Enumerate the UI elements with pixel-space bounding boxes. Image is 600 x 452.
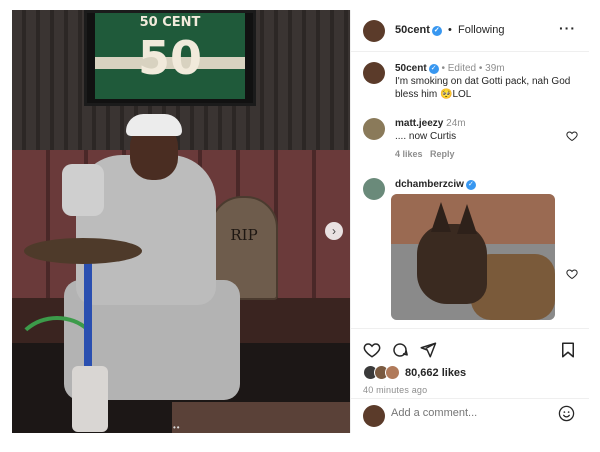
avatar xyxy=(385,365,400,380)
comment-username[interactable]: matt.jeezy xyxy=(395,118,443,129)
smiley-icon[interactable] xyxy=(558,405,575,422)
person-cap xyxy=(126,114,182,136)
liked-by-avatars xyxy=(363,365,405,381)
comment-header: dchamberzciw ✓ xyxy=(395,178,476,191)
share-icon[interactable] xyxy=(419,341,437,359)
likes-count[interactable]: 80,662 likes xyxy=(405,367,466,379)
post-image[interactable]: 50 CENT 50 RIP › •• xyxy=(12,10,350,433)
comment-time[interactable]: 24m xyxy=(446,118,465,129)
comment-header: matt.jeezy 24m xyxy=(395,117,466,130)
framed-jersey: 50 CENT 50 xyxy=(84,10,256,106)
comment-input[interactable] xyxy=(391,407,551,419)
add-comment-bar xyxy=(351,398,589,433)
dog-ear xyxy=(431,202,451,232)
caption-time[interactable]: 39m xyxy=(485,63,504,74)
jersey-name: 50 CENT xyxy=(139,15,201,30)
dog-head xyxy=(417,224,487,304)
comment-icon[interactable] xyxy=(391,341,409,359)
hookah-bowl xyxy=(62,164,104,216)
carousel-dots: •• xyxy=(173,423,181,432)
header-username[interactable]: 50cent ✓ xyxy=(395,24,442,36)
post-sidebar: 50cent ✓ • Following ··· 50cent ✓ • Edited… xyxy=(350,10,589,433)
comment-username[interactable]: dchamberzciw xyxy=(395,179,464,190)
caption-text-line1: I'm smoking on dat Gotti pack, nah God xyxy=(395,76,571,87)
verified-badge-icon: ✓ xyxy=(431,26,442,36)
bookmark-icon[interactable] xyxy=(559,341,577,359)
dog-ear xyxy=(457,204,477,234)
comment-likes[interactable]: 4 likes xyxy=(395,149,423,159)
avatar xyxy=(363,405,385,427)
hookah-base xyxy=(72,366,108,432)
separator: • xyxy=(448,24,452,36)
hookah-tray xyxy=(24,238,142,264)
username[interactable]: 50cent xyxy=(395,24,430,36)
heart-icon[interactable] xyxy=(566,130,578,142)
post-header: 50cent ✓ • Following ··· xyxy=(351,10,589,52)
comment-avatar[interactable] xyxy=(363,178,385,200)
edited-label: • Edited • xyxy=(441,63,483,74)
reply-button[interactable]: Reply xyxy=(430,149,455,159)
posted-time[interactable]: 40 minutes ago xyxy=(363,385,427,395)
jersey-number: 50 xyxy=(137,31,202,85)
caption-header: 50cent ✓ • Edited • 39m xyxy=(395,62,505,75)
table xyxy=(172,402,350,433)
verified-badge-icon: ✓ xyxy=(428,64,439,74)
caption-text-line2: bless him 🥺LOL xyxy=(395,89,472,100)
avatar[interactable] xyxy=(363,20,385,42)
jersey: 50 CENT 50 xyxy=(95,13,245,99)
comment-meta: 4 likes Reply xyxy=(395,148,455,161)
caption-username[interactable]: 50cent xyxy=(395,63,427,74)
caption-avatar[interactable] xyxy=(363,62,385,84)
following-button[interactable]: Following xyxy=(458,24,504,36)
hookah-stem xyxy=(84,260,92,370)
more-horizontal-icon[interactable]: ··· xyxy=(559,20,576,36)
comment-text: .... now Curtis xyxy=(395,131,457,142)
chevron-right-icon[interactable]: › xyxy=(325,222,343,240)
tombstone-text: RIP xyxy=(230,226,258,244)
post-actions: 80,662 likes 40 minutes ago xyxy=(351,328,589,398)
comment-image[interactable] xyxy=(391,194,555,320)
verified-badge-icon: ✓ xyxy=(465,180,476,190)
heart-icon[interactable] xyxy=(363,341,381,359)
heart-icon[interactable] xyxy=(566,268,578,280)
comment-avatar[interactable] xyxy=(363,118,385,140)
